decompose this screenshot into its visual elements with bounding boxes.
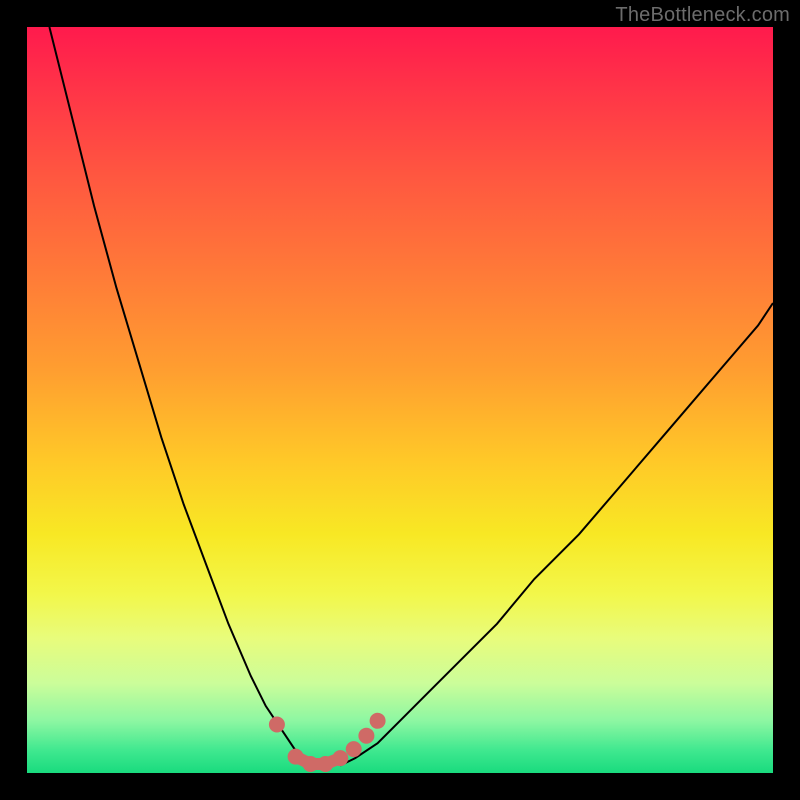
marker-point xyxy=(269,717,285,733)
chart-svg xyxy=(27,27,773,773)
marker-point xyxy=(303,756,319,772)
marker-point xyxy=(288,749,304,765)
right-curve xyxy=(340,303,773,766)
plot-area xyxy=(27,27,773,773)
watermark-text: TheBottleneck.com xyxy=(615,4,790,27)
marker-point xyxy=(358,728,374,744)
marker-group xyxy=(269,713,386,772)
marker-point xyxy=(332,750,348,766)
chart-frame: TheBottleneck.com xyxy=(0,0,800,800)
left-curve xyxy=(49,27,310,766)
marker-point xyxy=(370,713,386,729)
marker-point xyxy=(346,741,362,757)
marker-point xyxy=(317,756,333,772)
